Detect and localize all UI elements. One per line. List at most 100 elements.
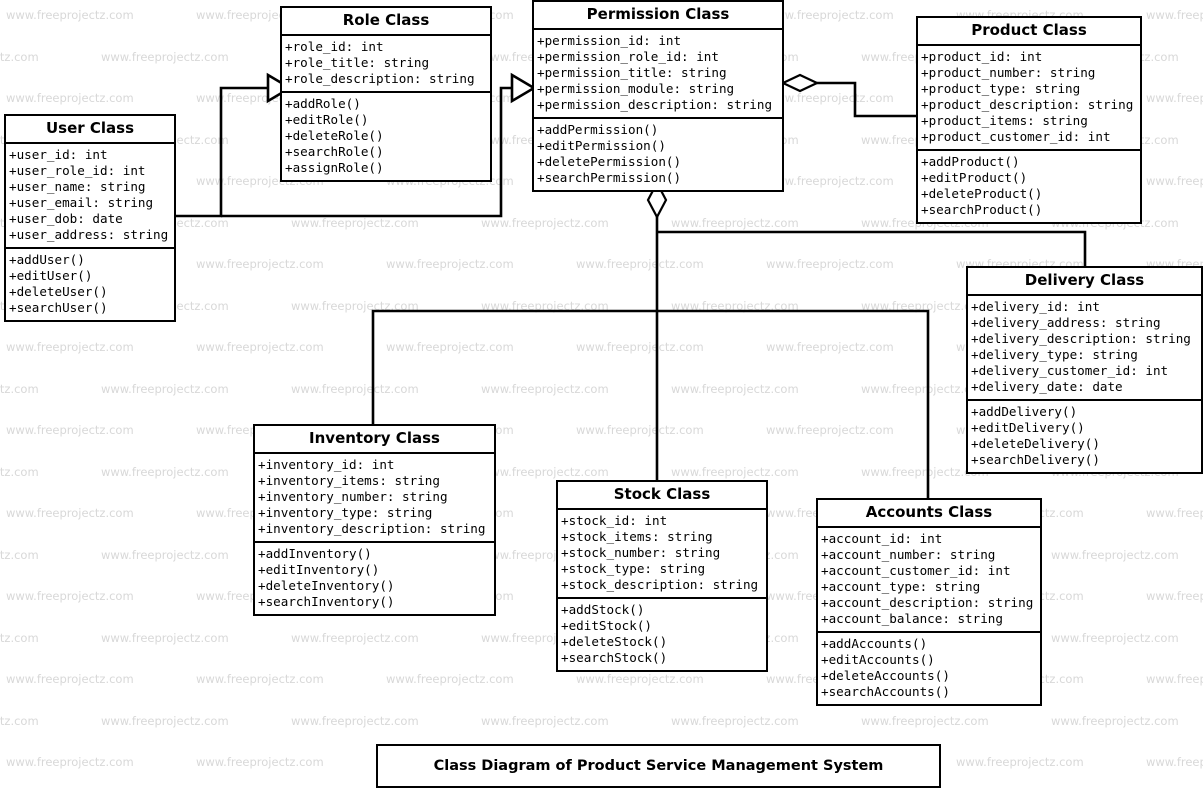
method-row: +addInventory() — [258, 546, 372, 562]
attribute-row: +delivery_id: int — [971, 299, 1100, 315]
watermark-text: www.freeprojectz.com — [291, 215, 419, 230]
watermark-text: www.freeprojectz.com — [1146, 8, 1203, 22]
method-row: +editProduct() — [921, 170, 1028, 186]
watermark-text: www.freeprojectz.com — [1051, 713, 1179, 728]
watermark-text: www.freeprojectz.com — [0, 713, 39, 728]
class-box-stock[interactable]: Stock Class +stock_id: int +stock_items:… — [556, 480, 768, 673]
watermark-text: www.freeprojectz.com — [671, 215, 799, 230]
attribute-row: +user_role_id: int — [9, 163, 146, 179]
aggregation-diamond-icon — [780, 73, 820, 93]
watermark-text: www.freeprojectz.com — [6, 423, 134, 437]
attribute-row: +account_number: string — [821, 547, 996, 563]
class-title-product: Product Class — [971, 21, 1087, 39]
attribute-row: +role_title: string — [285, 55, 430, 71]
method-row: +editUser() — [9, 268, 93, 284]
watermark-text: www.freeprojectz.com — [196, 755, 324, 769]
attribute-row: +role_id: int — [285, 39, 384, 55]
attribute-row: +permission_module: string — [537, 81, 735, 97]
class-attributes-stock: +stock_id: int +stock_items: string +sto… — [558, 510, 766, 597]
class-title-role: Role Class — [342, 11, 430, 29]
watermark-text: www.freeprojectz.com — [481, 464, 609, 479]
method-row: +assignRole() — [285, 160, 384, 176]
attribute-row: +product_items: string — [921, 113, 1088, 129]
diagram-caption-box: Class Diagram of Product Service Managem… — [376, 744, 941, 788]
attribute-row: +inventory_type: string — [258, 505, 433, 521]
class-box-role[interactable]: Role Class +role_id: int +role_title: st… — [280, 6, 492, 183]
method-row: +deleteRole() — [285, 128, 384, 144]
method-row: +searchRole() — [285, 144, 384, 160]
watermark-text: www.freeprojectz.com — [766, 423, 894, 437]
class-box-inventory[interactable]: Inventory Class +inventory_id: int +inve… — [253, 424, 496, 617]
watermark-text: www.freeprojectz.com — [1146, 91, 1203, 105]
watermark-text: www.freeprojectz.com — [671, 381, 799, 396]
method-row: +addUser() — [9, 252, 85, 268]
watermark-text: www.freeprojectz.com — [1146, 755, 1203, 769]
watermark-text: www.freeprojectz.com — [386, 672, 514, 686]
watermark-text: www.freeprojectz.com — [0, 547, 39, 562]
watermark-text: www.freeprojectz.com — [0, 49, 39, 64]
watermark-text: www.freeprojectz.com — [576, 340, 704, 354]
class-methods-accounts: +addAccounts() +editAccounts() +deleteAc… — [818, 633, 1040, 704]
attribute-row: +product_type: string — [921, 81, 1081, 97]
connector-permission-to-product — [780, 73, 916, 118]
watermark-text: www.freeprojectz.com — [6, 672, 134, 686]
watermark-text: www.freeprojectz.com — [6, 340, 134, 354]
attribute-row: +permission_title: string — [537, 65, 727, 81]
attribute-row: +stock_number: string — [561, 545, 721, 561]
class-attributes-role: +role_id: int +role_title: string +role_… — [282, 36, 490, 91]
class-methods-product: +addProduct() +editProduct() +deleteProd… — [918, 151, 1140, 222]
watermark-text: www.freeprojectz.com — [101, 713, 229, 728]
watermark-text: www.freeprojectz.com — [386, 257, 514, 271]
class-box-user[interactable]: User Class +user_id: int +user_role_id: … — [4, 114, 176, 323]
watermark-text: www.freeprojectz.com — [481, 381, 609, 396]
attribute-row: +account_description: string — [821, 595, 1034, 611]
watermark-text: www.freeprojectz.com — [196, 340, 324, 354]
attribute-row: +user_id: int — [9, 147, 108, 163]
attribute-row: +stock_type: string — [561, 561, 706, 577]
connector-permission-to-inventory — [371, 309, 657, 424]
attribute-row: +inventory_number: string — [258, 489, 448, 505]
watermark-text: www.freeprojectz.com — [1051, 630, 1179, 645]
method-row: +addProduct() — [921, 154, 1020, 170]
class-title-permission: Permission Class — [586, 5, 730, 23]
watermark-text: www.freeprojectz.com — [766, 340, 894, 354]
attribute-row: +stock_description: string — [561, 577, 759, 593]
class-box-permission[interactable]: Permission Class +permission_id: int +pe… — [532, 0, 784, 193]
class-box-accounts[interactable]: Accounts Class +account_id: int +account… — [816, 498, 1042, 707]
class-attributes-product: +product_id: int +product_number: string… — [918, 46, 1140, 149]
class-methods-role: +addRole() +editRole() +deleteRole() +se… — [282, 93, 490, 180]
method-row: +editAccounts() — [821, 652, 935, 668]
watermark-text: www.freeprojectz.com — [766, 257, 894, 271]
class-title-stock: Stock Class — [613, 485, 711, 503]
class-methods-delivery: +addDelivery() +editDelivery() +deleteDe… — [968, 401, 1201, 472]
class-box-delivery[interactable]: Delivery Class +delivery_id: int +delive… — [966, 266, 1203, 475]
attribute-row: +stock_items: string — [561, 529, 713, 545]
class-methods-user: +addUser() +editUser() +deleteUser() +se… — [6, 249, 174, 320]
method-row: +deleteAccounts() — [821, 668, 950, 684]
method-row: +addAccounts() — [821, 636, 928, 652]
attribute-row: +delivery_address: string — [971, 315, 1161, 331]
class-box-product[interactable]: Product Class +product_id: int +product_… — [916, 16, 1142, 225]
attribute-row: +account_customer_id: int — [821, 563, 1011, 579]
watermark-text: www.freeprojectz.com — [671, 464, 799, 479]
attribute-row: +role_description: string — [285, 71, 475, 87]
watermark-text: www.freeprojectz.com — [576, 672, 704, 686]
method-row: +searchDelivery() — [971, 452, 1100, 468]
watermark-text: www.freeprojectz.com — [6, 506, 134, 520]
method-row: +searchAccounts() — [821, 684, 950, 700]
method-row: +deleteStock() — [561, 634, 668, 650]
attribute-row: +user_dob: date — [9, 211, 123, 227]
watermark-text: www.freeprojectz.com — [766, 8, 894, 22]
watermark-text: www.freeprojectz.com — [766, 174, 894, 188]
attribute-row: +delivery_type: string — [971, 347, 1138, 363]
watermark-text: www.freeprojectz.com — [1051, 547, 1179, 562]
watermark-text: www.freeprojectz.com — [861, 713, 989, 728]
watermark-text: www.freeprojectz.com — [6, 589, 134, 603]
connector-permission-to-stock — [646, 180, 668, 483]
class-attributes-delivery: +delivery_id: int +delivery_address: str… — [968, 296, 1201, 399]
method-row: +searchStock() — [561, 650, 668, 666]
watermark-text: www.freeprojectz.com — [386, 340, 514, 354]
watermark-text: www.freeprojectz.com — [671, 298, 799, 313]
connector-permission-to-delivery — [657, 230, 1087, 266]
method-row: +deleteUser() — [9, 284, 108, 300]
